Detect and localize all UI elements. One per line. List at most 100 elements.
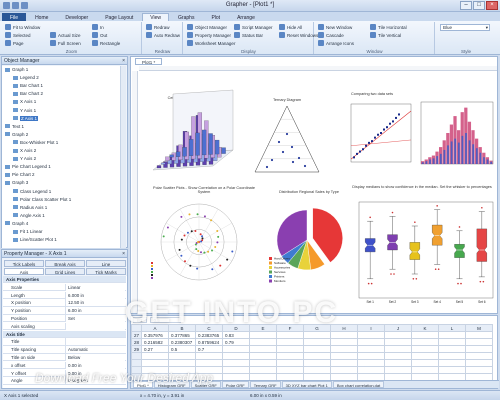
minimize-button[interactable]: – (460, 1, 472, 10)
full-screen-button[interactable]: Full Screen (50, 40, 81, 46)
grid-cell[interactable] (303, 338, 332, 346)
grid-cell[interactable] (168, 359, 197, 367)
grid-cell[interactable] (438, 352, 467, 360)
grid-cell[interactable] (411, 331, 440, 339)
grid-cell[interactable] (168, 352, 197, 360)
grid-cell[interactable] (141, 352, 170, 360)
tab-file[interactable]: File (2, 13, 27, 21)
worksheet-manager-toggle[interactable]: Worksheet Manager (187, 40, 235, 46)
close-button[interactable]: × (486, 1, 498, 10)
column-header[interactable]: K (411, 324, 440, 332)
script-manager-toggle[interactable]: Script Manager (234, 24, 273, 30)
grid-cell[interactable]: 0.27 (141, 345, 170, 353)
grid-cell[interactable]: 0.83 (222, 331, 251, 339)
tile-vertical-button[interactable]: Tile Vertical (370, 32, 401, 38)
tree-item[interactable]: Fit 1 Linear (13, 229, 43, 234)
grid-cell[interactable] (357, 352, 386, 360)
zoom-rectangle-button[interactable]: Rectangle (92, 40, 120, 46)
tree-item[interactable]: Angle Axis 1 (13, 213, 45, 218)
tree-item[interactable]: Graph 2 (5, 132, 28, 137)
property-group[interactable]: Axis title (3, 330, 126, 338)
grid-cell[interactable] (249, 366, 278, 374)
grid-cell[interactable] (249, 338, 278, 346)
grid-cell[interactable]: 0.377865 (168, 331, 197, 339)
grid-cell[interactable] (249, 359, 278, 367)
object-tree-scrollbar[interactable] (120, 66, 126, 248)
redraw-button[interactable]: Redraw (146, 24, 170, 30)
tree-item[interactable]: Pie Chart 2 (5, 172, 35, 177)
tree-item[interactable]: Y Axis 1 (13, 108, 36, 113)
tree-item[interactable]: Graph 1 (5, 67, 28, 72)
tab-graphs[interactable]: Graphs (170, 13, 202, 21)
grid-cell[interactable] (384, 352, 413, 360)
maximize-button[interactable]: □ (473, 1, 485, 10)
column-header[interactable]: M (465, 324, 494, 332)
cascade-button[interactable]: Cascade (318, 32, 344, 38)
grid-cell[interactable] (195, 352, 224, 360)
tree-item[interactable]: Legend 2 (13, 75, 39, 80)
tree-item[interactable]: X Axis 1 (13, 99, 36, 104)
new-window-button[interactable]: New Window (318, 24, 352, 30)
grid-cell[interactable] (357, 331, 386, 339)
tab-line[interactable]: Line (86, 260, 126, 267)
grid-cell[interactable]: 0.2383765 (195, 331, 224, 339)
grid-cell[interactable] (357, 366, 386, 374)
property-manager-toggle[interactable]: Property Manager (187, 32, 231, 38)
document-tab[interactable]: Plot1 * (135, 58, 163, 65)
grid-cell[interactable] (357, 338, 386, 346)
grid-cell[interactable]: 0.216582 (141, 338, 170, 346)
zoom-page-button[interactable]: Page (5, 40, 24, 46)
grid-cell[interactable]: 0.8759624 (195, 338, 224, 346)
tree-item[interactable]: Class Legend 1 (13, 189, 51, 194)
tree-item[interactable]: Line/Scatter Plot 1 (13, 237, 57, 242)
grid-cell[interactable] (249, 352, 278, 360)
grid-cell[interactable] (330, 345, 359, 353)
grid-cell[interactable] (438, 345, 467, 353)
fit-to-window-button[interactable]: Fit to Window (5, 24, 40, 30)
grid-cell[interactable] (384, 338, 413, 346)
grid-cell[interactable] (141, 359, 170, 367)
grid-cell[interactable] (465, 352, 494, 360)
tree-item[interactable]: Pie Chart Legend 1 (5, 164, 51, 169)
grid-cell[interactable] (276, 345, 305, 353)
grid-cell[interactable] (276, 359, 305, 367)
grid-cell[interactable] (303, 366, 332, 374)
zoom-in-button[interactable]: In (92, 24, 104, 30)
tab-tick-labels[interactable]: Tick Labels (4, 260, 44, 267)
grid-cell[interactable] (222, 345, 251, 353)
tab-plot[interactable]: Plot (203, 13, 228, 21)
grid-cell[interactable] (276, 338, 305, 346)
row-header[interactable] (130, 352, 143, 360)
plot-canvas[interactable]: Cell Volume By Department Ternary Diagra… (139, 72, 497, 313)
grid-cell[interactable] (438, 359, 467, 367)
grid-cell[interactable] (384, 345, 413, 353)
tab-grid-lines[interactable]: Grid Lines (45, 268, 85, 275)
document-tab[interactable]: Ternary GRF (249, 381, 281, 388)
zoom-out-button[interactable]: Out (92, 32, 107, 38)
tree-item[interactable]: Z Axis 1 (13, 115, 39, 121)
tree-item[interactable]: Graph 3 (5, 180, 28, 185)
property-value[interactable]: 6.000 in (65, 291, 125, 299)
column-header[interactable]: L (438, 324, 467, 332)
grid-cell[interactable] (249, 331, 278, 339)
grid-cell[interactable] (330, 359, 359, 367)
grid-cell[interactable] (222, 366, 251, 374)
grid-cell[interactable] (330, 331, 359, 339)
grid-cell[interactable] (303, 352, 332, 360)
grid-cell[interactable] (465, 338, 494, 346)
grid-cell[interactable] (330, 366, 359, 374)
grid-cell[interactable] (438, 338, 467, 346)
grid-cell[interactable] (330, 352, 359, 360)
tree-item[interactable]: Y Axis 2 (13, 156, 36, 161)
tree-item[interactable]: Bar Chart 1 (13, 83, 43, 88)
status-bar-toggle[interactable]: Status Bar (234, 32, 263, 38)
document-tab[interactable]: 3D XYZ bar chart Plot 1 (281, 381, 332, 388)
grid-cell[interactable] (276, 331, 305, 339)
tree-item[interactable]: X Axis 2 (13, 148, 36, 153)
tab-home[interactable]: Home (27, 13, 56, 21)
close-icon[interactable]: × (122, 250, 125, 258)
property-group[interactable]: Axis Properties (3, 276, 126, 284)
tab-tick-marks[interactable]: Tick Marks (86, 268, 126, 275)
auto-redraw-button[interactable]: Auto Redraw (146, 32, 180, 38)
grid-cell[interactable] (222, 359, 251, 367)
